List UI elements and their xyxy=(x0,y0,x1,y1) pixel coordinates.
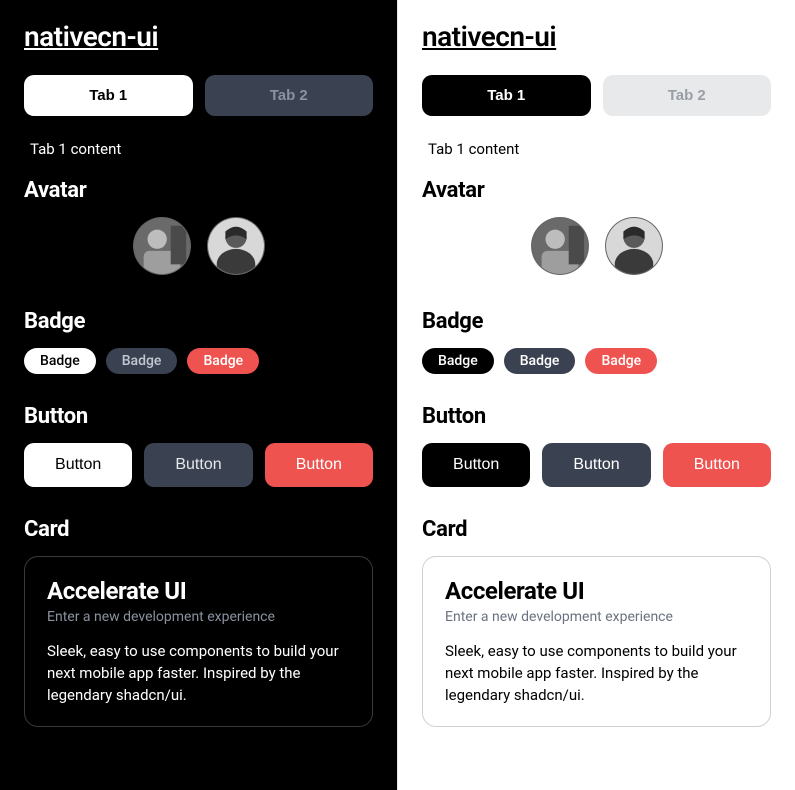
badge-row: Badge Badge Badge xyxy=(422,348,771,374)
button-destructive[interactable]: Button xyxy=(265,443,373,487)
tab-1[interactable]: Tab 1 xyxy=(24,75,193,116)
badge-destructive: Badge xyxy=(585,348,657,374)
card: Accelerate UI Enter a new development ex… xyxy=(24,556,373,727)
tab-2[interactable]: Tab 2 xyxy=(205,75,374,116)
button-destructive[interactable]: Button xyxy=(663,443,771,487)
card-title: Accelerate UI xyxy=(445,577,748,605)
avatar-2[interactable] xyxy=(207,217,265,275)
button-section-title: Button xyxy=(24,404,373,429)
tab-content-text: Tab 1 content xyxy=(428,140,771,158)
card-body: Sleek, easy to use components to build y… xyxy=(445,641,748,706)
card-title: Accelerate UI xyxy=(47,577,350,605)
tab-2[interactable]: Tab 2 xyxy=(603,75,772,116)
button-primary[interactable]: Button xyxy=(24,443,132,487)
dark-theme-panel: nativecn-ui Tab 1 Tab 2 Tab 1 content Av… xyxy=(0,0,397,790)
badge-section-title: Badge xyxy=(422,309,771,334)
card-body: Sleek, easy to use components to build y… xyxy=(47,641,350,706)
badge-destructive: Badge xyxy=(187,348,259,374)
tabs-container: Tab 1 Tab 2 xyxy=(24,75,373,116)
avatar-row xyxy=(24,217,373,275)
avatar-1[interactable] xyxy=(531,217,589,275)
card: Accelerate UI Enter a new development ex… xyxy=(422,556,771,727)
avatar-section-title: Avatar xyxy=(24,178,373,203)
avatar-row xyxy=(422,217,771,275)
avatar-2[interactable] xyxy=(605,217,663,275)
brand-title[interactable]: nativecn-ui xyxy=(24,20,158,53)
badge-secondary: Badge xyxy=(504,348,576,374)
badge-primary: Badge xyxy=(422,348,494,374)
badge-secondary: Badge xyxy=(106,348,178,374)
button-row: Button Button Button xyxy=(24,443,373,487)
card-subtitle: Enter a new development experience xyxy=(47,609,350,625)
brand-title[interactable]: nativecn-ui xyxy=(422,20,556,53)
badge-section-title: Badge xyxy=(24,309,373,334)
button-section-title: Button xyxy=(422,404,771,429)
badge-row: Badge Badge Badge xyxy=(24,348,373,374)
card-subtitle: Enter a new development experience xyxy=(445,609,748,625)
tabs-container: Tab 1 Tab 2 xyxy=(422,75,771,116)
tab-1[interactable]: Tab 1 xyxy=(422,75,591,116)
button-secondary[interactable]: Button xyxy=(542,443,650,487)
card-section-title: Card xyxy=(422,517,771,542)
button-row: Button Button Button xyxy=(422,443,771,487)
card-section-title: Card xyxy=(24,517,373,542)
button-primary[interactable]: Button xyxy=(422,443,530,487)
button-secondary[interactable]: Button xyxy=(144,443,252,487)
light-theme-panel: nativecn-ui Tab 1 Tab 2 Tab 1 content Av… xyxy=(397,0,795,790)
badge-primary: Badge xyxy=(24,348,96,374)
avatar-1[interactable] xyxy=(133,217,191,275)
tab-content-text: Tab 1 content xyxy=(30,140,373,158)
avatar-section-title: Avatar xyxy=(422,178,771,203)
